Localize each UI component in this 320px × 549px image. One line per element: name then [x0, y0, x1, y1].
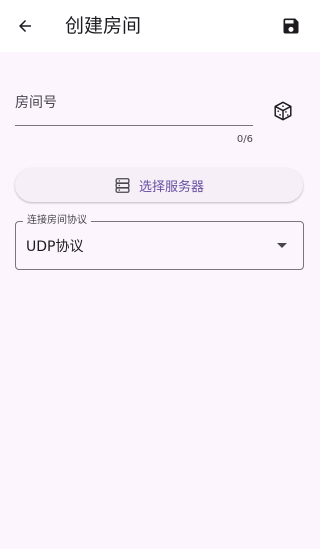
protocol-label: 连接房间协议 — [23, 214, 91, 228]
save-button[interactable] — [276, 11, 306, 41]
back-button[interactable] — [10, 11, 40, 41]
save-icon — [283, 18, 299, 34]
room-number-underline — [15, 125, 253, 126]
page-title: 创建房间 — [65, 15, 142, 37]
protocol-value: UDP协议 — [26, 239, 84, 255]
room-number-field[interactable]: 房间号 — [15, 80, 253, 126]
app-root: 创建房间 房间号 0/6 选择服务器 连接房间协议 UDP协议 — [0, 0, 320, 549]
select-server-button[interactable]: 选择服务器 — [15, 168, 303, 202]
room-number-label: 房间号 — [15, 95, 57, 111]
app-bar: 创建房间 — [0, 0, 320, 52]
back-arrow-icon — [19, 20, 31, 32]
room-number-counter: 0/6 — [236, 134, 253, 145]
server-icon — [114, 177, 131, 194]
dice-icon — [274, 101, 292, 121]
random-room-button[interactable] — [268, 96, 298, 126]
content-background — [0, 52, 320, 549]
dropdown-arrow-icon — [277, 243, 287, 248]
protocol-dropdown[interactable]: 连接房间协议 UDP协议 — [15, 214, 304, 270]
select-server-label: 选择服务器 — [138, 179, 204, 195]
